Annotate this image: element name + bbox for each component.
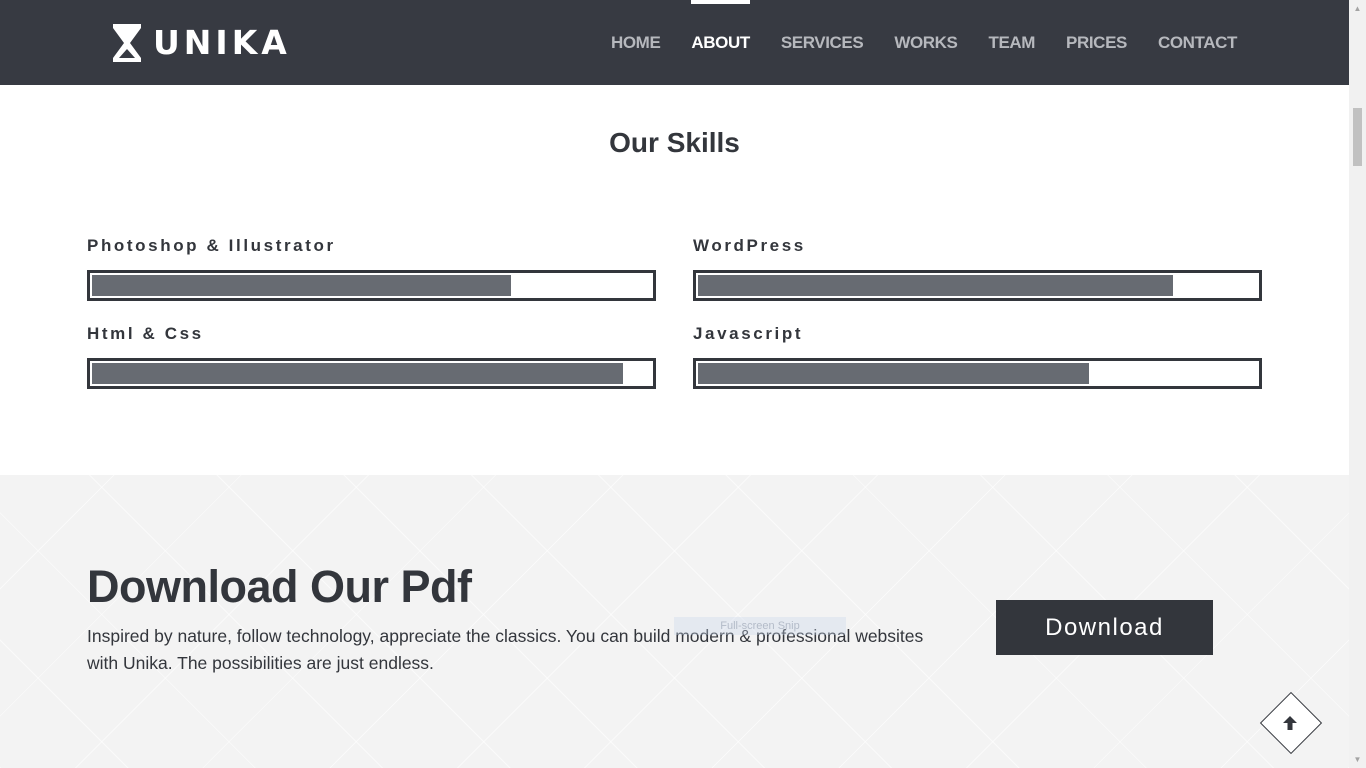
skill-progress-bar — [87, 270, 656, 301]
skill-javascript: Javascript — [693, 324, 1262, 389]
site-logo[interactable]: UNIKA — [111, 22, 291, 64]
skill-progress-bar — [693, 358, 1262, 389]
arrow-up-icon[interactable] — [1279, 712, 1301, 734]
skill-wordpress: WordPress — [693, 236, 1262, 301]
skill-html-css: Html & Css — [87, 324, 656, 389]
hourglass-icon — [113, 24, 141, 62]
skill-label: Javascript — [693, 324, 804, 343]
nav-home[interactable]: HOME — [611, 0, 661, 85]
download-button[interactable]: Download — [996, 600, 1213, 655]
nav-prices[interactable]: PRICES — [1066, 0, 1127, 85]
scroll-down-arrow-icon[interactable]: ▼ — [1349, 751, 1366, 768]
skills-title: Our Skills — [609, 127, 740, 158]
skill-progress-fill — [698, 363, 1089, 384]
nav-contact[interactable]: CONTACT — [1158, 0, 1237, 85]
skill-progress-fill — [92, 363, 623, 384]
skill-label: Photoshop & Illustrator — [87, 236, 336, 255]
nav-services[interactable]: SERVICES — [781, 0, 864, 85]
top-navbar: UNIKA HOME ABOUT SERVICES WORKS TEAM PRI… — [0, 0, 1349, 85]
download-title: Download Our Pdf — [87, 561, 472, 612]
download-section: Download Our Pdf Inspired by nature, fol… — [0, 475, 1349, 768]
skill-progress-bar — [693, 270, 1262, 301]
nav-about[interactable]: ABOUT — [691, 0, 751, 85]
skill-progress-fill — [92, 275, 511, 296]
logo-text: UNIKA — [153, 23, 291, 62]
skill-label: Html & Css — [87, 324, 204, 343]
nav-works[interactable]: WORKS — [894, 0, 958, 85]
skill-photoshop: Photoshop & Illustrator — [87, 236, 656, 301]
skill-progress-fill — [698, 275, 1173, 296]
main-nav: HOME ABOUT SERVICES WORKS TEAM PRICES CO… — [611, 0, 1237, 85]
scroll-up-arrow-icon[interactable]: ▲ — [1349, 0, 1366, 17]
page-scrollbar[interactable]: ▲ ▼ — [1349, 0, 1366, 768]
skill-progress-bar — [87, 358, 656, 389]
skill-label: WordPress — [693, 236, 806, 255]
snip-overlay-label: Full-screen Snip — [674, 617, 846, 635]
nav-team[interactable]: TEAM — [988, 0, 1035, 85]
scroll-thumb[interactable] — [1353, 108, 1362, 166]
